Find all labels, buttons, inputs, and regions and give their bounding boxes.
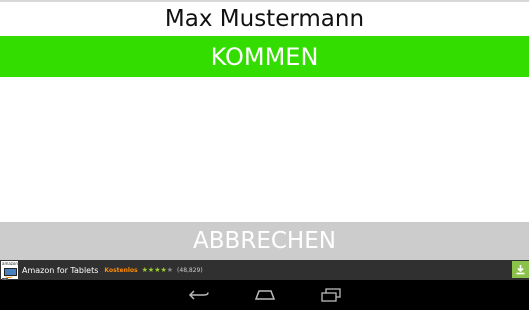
star-empty-icon: ★ (166, 266, 174, 274)
back-icon[interactable] (186, 287, 212, 303)
kommen-button[interactable]: KOMMEN (0, 36, 529, 77)
ad-price: Kostenlos (104, 266, 138, 274)
user-name: Max Mustermann (164, 6, 365, 32)
ad-title: Amazon for Tablets (22, 265, 99, 275)
home-icon[interactable] (252, 287, 278, 303)
ad-rating-stars: ★ ★ ★ ★ ★ (142, 266, 173, 274)
content-area (0, 77, 529, 222)
amazon-app-icon: amazon (1, 261, 18, 279)
abbrechen-button[interactable]: ABBRECHEN (0, 222, 529, 260)
recents-icon[interactable] (318, 287, 344, 303)
system-nav-bar (0, 280, 529, 310)
ad-review-count: (48,829) (177, 266, 203, 274)
ad-banner[interactable]: amazon Amazon for Tablets Kostenlos ★ ★ ★ ★… (0, 260, 529, 280)
download-icon[interactable] (512, 261, 529, 278)
